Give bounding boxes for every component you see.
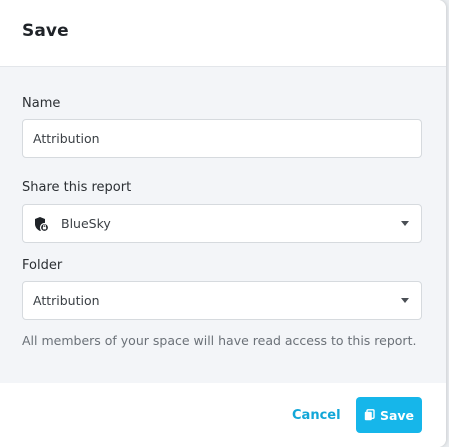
dialog-header: Save — [0, 0, 446, 67]
copy-icon — [364, 409, 375, 421]
folder-label: Folder — [22, 258, 63, 273]
folder-select-value: Attribution — [33, 293, 100, 308]
help-text: All members of your space will have read… — [22, 333, 417, 348]
cancel-button[interactable]: Cancel — [292, 408, 341, 423]
dialog-footer: Cancel Save — [0, 383, 446, 447]
save-dialog: Save Name Attribution Share this report … — [0, 0, 446, 447]
share-select[interactable]: BlueSky — [22, 204, 422, 243]
share-label: Share this report — [22, 180, 132, 195]
chevron-down-icon — [401, 298, 409, 303]
space-lock-icon — [33, 216, 50, 232]
save-button-label: Save — [379, 407, 415, 423]
dialog-body: Name Attribution Share this report BlueS… — [0, 67, 446, 383]
save-button[interactable]: Save — [356, 397, 422, 433]
share-select-value: BlueSky — [61, 216, 111, 231]
name-input-value: Attribution — [33, 131, 100, 146]
name-label: Name — [22, 96, 61, 111]
dialog-title: Save — [22, 21, 69, 41]
folder-select[interactable]: Attribution — [22, 281, 422, 320]
name-input[interactable]: Attribution — [22, 119, 422, 158]
chevron-down-icon — [401, 221, 409, 226]
